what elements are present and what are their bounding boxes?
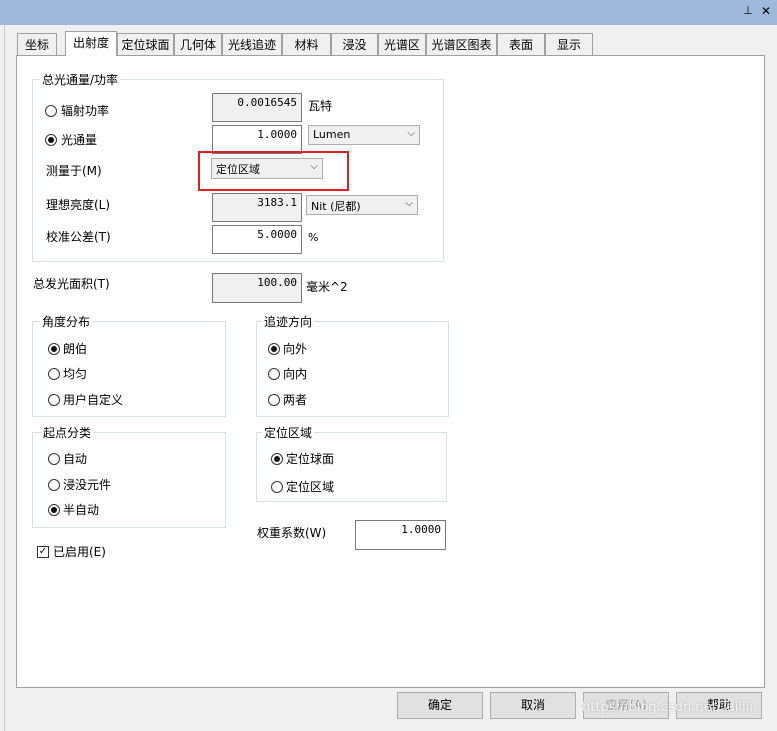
radiant-power-radio[interactable] — [45, 105, 57, 117]
luminous-flux-input[interactable]: 1.0000 — [212, 125, 302, 154]
locate-sphere-label: 定位球面 — [286, 452, 335, 466]
lambertian-label: 朗伯 — [63, 342, 88, 356]
inward-radio[interactable] — [268, 368, 280, 380]
locate-sphere-radio[interactable] — [271, 453, 283, 465]
tab-emittance[interactable]: 出射度 — [65, 31, 117, 56]
ideal-luminance-value: 3183.1 — [212, 193, 302, 222]
watermark: https://blog.csdn.net/Taiiiii — [582, 700, 753, 715]
ok-button[interactable]: 确定 — [397, 692, 483, 719]
chevron-down-icon: ⌵ — [407, 128, 415, 139]
semi-auto-radio[interactable] — [48, 504, 60, 516]
locate-area-radio[interactable] — [271, 481, 283, 493]
luminance-unit-value: Nit (尼都) — [311, 200, 361, 213]
luminous-flux-label: 光通量 — [61, 133, 98, 147]
radiant-power-unit: 瓦特 — [308, 99, 333, 113]
user-defined-label: 用户自定义 — [63, 393, 124, 407]
both-label: 两者 — [283, 393, 308, 407]
calibration-tolerance-label: 校准公差(T) — [46, 230, 111, 244]
emitting-area-unit: 毫米^2 — [306, 280, 348, 294]
tab-surface[interactable]: 表面 — [497, 33, 545, 55]
tab-display[interactable]: 显示 — [545, 33, 593, 55]
outward-radio[interactable] — [268, 343, 280, 355]
uniform-label: 均匀 — [63, 367, 88, 381]
immersed-element-radio[interactable] — [48, 479, 60, 491]
tab-locate-sphere[interactable]: 定位球面 — [117, 33, 174, 55]
radiant-power-value: 0.0016545 — [212, 93, 302, 122]
angular-distribution-group — [32, 321, 226, 417]
highlight-box — [198, 151, 349, 191]
weight-factor-label: 权重系数(W) — [257, 526, 327, 540]
user-defined-radio[interactable] — [48, 394, 60, 406]
both-radio[interactable] — [268, 394, 280, 406]
pin-icon[interactable]: ⊥ — [741, 4, 755, 18]
cancel-button[interactable]: 取消 — [490, 692, 576, 719]
luminance-unit-select[interactable]: Nit (尼都) ⌵ — [306, 195, 418, 215]
close-icon[interactable]: ✕ — [759, 4, 773, 18]
chevron-down-icon: ⌵ — [405, 198, 413, 209]
luminous-flux-radio[interactable] — [45, 134, 57, 146]
start-classification-title: 起点分类 — [41, 424, 94, 441]
tab-spectral-region[interactable]: 光谱区 — [378, 33, 426, 55]
emitting-area-value: 100.00 — [212, 273, 302, 303]
luminous-flux-unit-select[interactable]: Lumen ⌵ — [308, 125, 420, 145]
total-flux-title: 总光通量/功率 — [40, 71, 121, 88]
semi-auto-label: 半自动 — [63, 503, 100, 517]
angular-distribution-title: 角度分布 — [40, 313, 93, 330]
outward-label: 向外 — [283, 342, 308, 356]
enabled-label: 已启用(E) — [53, 545, 106, 559]
calibration-tolerance-input[interactable]: 5.0000 — [212, 225, 302, 254]
locate-area-label: 定位区域 — [286, 480, 335, 494]
calibration-tolerance-unit: % — [308, 231, 319, 244]
tab-material[interactable]: 材料 — [282, 33, 331, 55]
measured-at-label: 测量于(M) — [46, 164, 102, 178]
location-area-title: 定位区域 — [262, 424, 315, 441]
enabled-checkbox[interactable]: ✓ — [37, 546, 49, 558]
title-bar — [0, 0, 777, 25]
tab-ray-trace[interactable]: 光线追迹 — [222, 33, 282, 55]
tab-coordinates[interactable]: 坐标 — [17, 33, 57, 55]
weight-factor-input[interactable]: 1.0000 — [355, 520, 446, 550]
uniform-radio[interactable] — [48, 368, 60, 380]
immersed-element-label: 浸没元件 — [63, 478, 112, 492]
ideal-luminance-label: 理想亮度(L) — [46, 198, 111, 212]
radiant-power-label: 辐射功率 — [61, 104, 110, 118]
emitting-area-label: 总发光面积(T) — [33, 277, 110, 291]
tab-spectral-chart[interactable]: 光谱区图表 — [426, 33, 497, 55]
lambertian-radio[interactable] — [48, 343, 60, 355]
divider — [4, 25, 5, 731]
tab-geometry[interactable]: 几何体 — [174, 33, 222, 55]
luminous-flux-unit-value: Lumen — [313, 128, 351, 141]
auto-label: 自动 — [63, 452, 88, 466]
start-classification-group — [32, 432, 226, 528]
tab-immersion[interactable]: 浸没 — [331, 33, 378, 55]
auto-radio[interactable] — [48, 453, 60, 465]
trace-direction-title: 追迹方向 — [262, 313, 315, 330]
inward-label: 向内 — [283, 367, 308, 381]
location-area-group — [256, 432, 447, 502]
